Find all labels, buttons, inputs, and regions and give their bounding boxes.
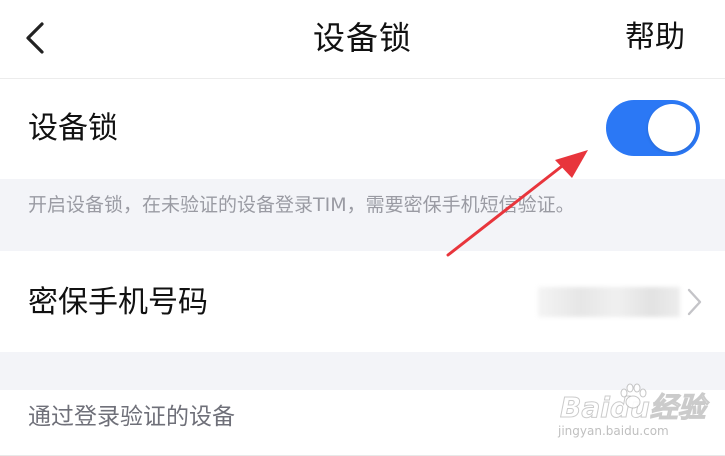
verified-devices-title: 通过登录验证的设备 [28,404,235,430]
toggle-knob [648,104,696,152]
nav-header: 设备锁 帮助 [0,0,725,79]
device-lock-row: 设备锁 [0,79,725,179]
device-lock-description: 开启设备锁，在未验证的设备登录TIM，需要密保手机短信验证。 [28,194,575,216]
secure-phone-label: 密保手机号码 [28,285,208,320]
secure-phone-value-redacted [538,287,680,317]
help-button[interactable]: 帮助 [625,16,685,60]
device-lock-toggle[interactable] [606,100,700,156]
secure-phone-row[interactable]: 密保手机号码 [0,251,725,352]
info-section: 开启设备锁，在未验证的设备登录TIM，需要密保手机短信验证。 [0,179,725,251]
page-title: 设备锁 [312,19,412,57]
chevron-right-icon [687,288,702,316]
watermark-url: jingyan.baidu.com [558,424,669,438]
paw-icon [620,383,647,409]
device-lock-label: 设备锁 [28,111,118,146]
baidu-watermark: Baidu经验 jingyan.baidu.com [552,376,722,452]
